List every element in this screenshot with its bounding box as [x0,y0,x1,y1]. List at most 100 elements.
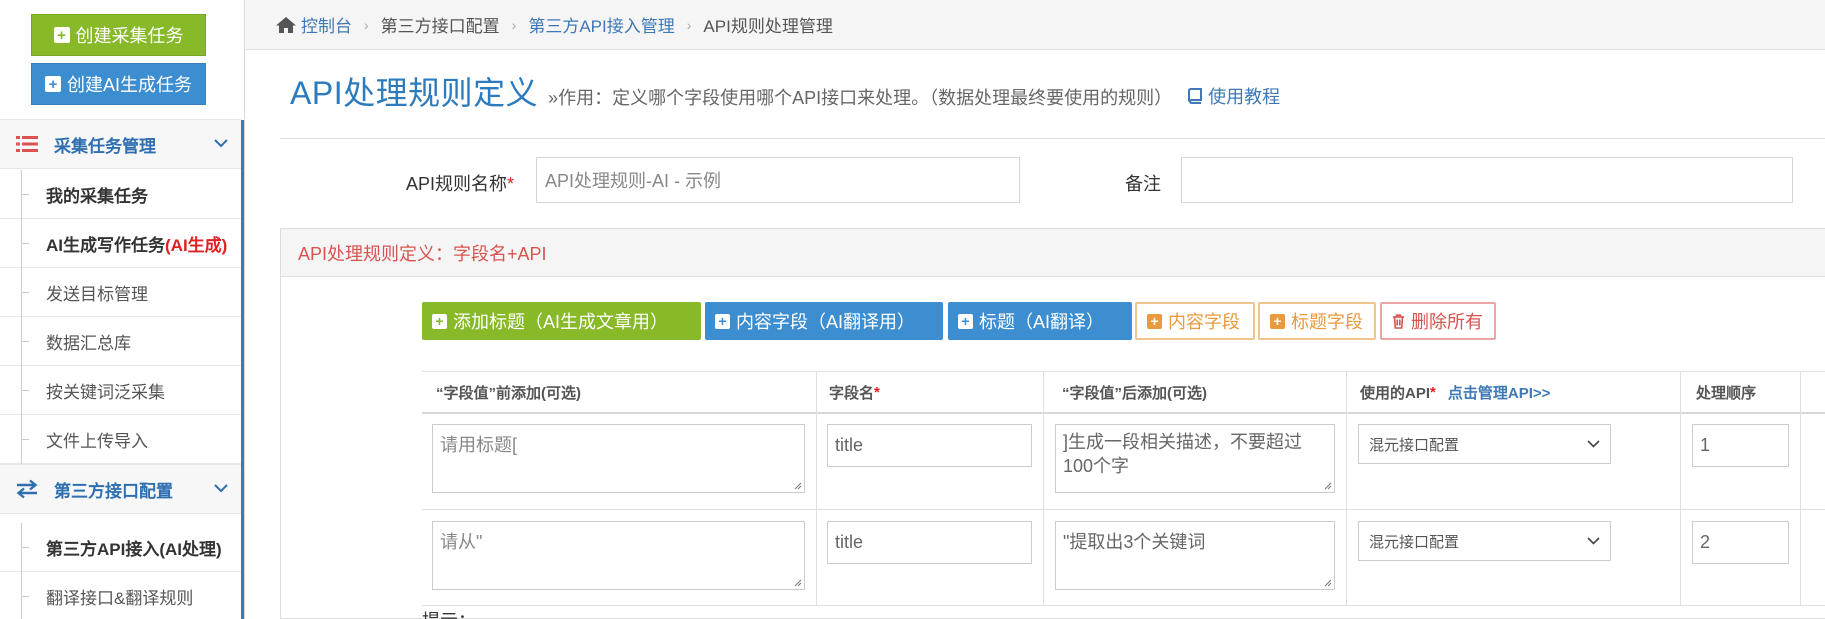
page-description: »作用：定义哪个字段使用哪个API接口来处理。（数据处理最终要使用的规则） [548,88,1173,108]
prefix-textarea[interactable]: 请从" [432,521,805,590]
resize-grip-icon [794,482,802,490]
sidebar: + 创建采集任务 + 创建AI生成任务 采集任务管理 我的采集任务 AI生成写作… [0,0,243,619]
order-input[interactable]: 2 [1692,521,1789,564]
divider [280,138,1825,139]
remark-label: 备注 [1125,174,1161,194]
breadcrumb-item: 第三方接口配置 [380,17,500,36]
required-mark: * [874,383,880,401]
nav-section-collect[interactable]: 采集任务管理 [0,119,241,169]
api-select-value: 混元接口配置 [1369,533,1460,551]
rule-name-label: API规则名称* [406,170,514,196]
tree-line [21,415,29,464]
sidebar-item-label: 翻译接口&翻译规则 [46,588,194,608]
resize-grip-icon [1324,482,1332,490]
api-select[interactable]: 混元接口配置 [1358,521,1611,561]
sidebar-item-data-library[interactable]: 数据汇总库 [0,317,241,366]
title-field-label: 标题字段 [1291,312,1363,332]
required-mark: * [507,174,515,194]
add-title-ai-label: 添加标题（AI生成文章用） [453,312,669,332]
rule-name-input[interactable]: API处理规则-AI - 示例 [536,157,1020,203]
chevron-down-icon [201,480,241,498]
prefix-value: 请从" [440,532,483,552]
grid-line [422,412,1825,414]
breadcrumb-home[interactable]: 控制台 [275,12,352,37]
sidebar-item-keyword-collect[interactable]: 按关键词泛采集 [0,366,241,415]
content-field-ai-button[interactable]: + 内容字段（AI翻译用） [705,302,943,340]
suffix-value: "提取出3个关键词 [1063,532,1206,552]
order-value: 1 [1700,435,1711,455]
chevron-down-icon [201,135,241,153]
field-name-input[interactable]: title [827,424,1032,467]
chevron-right-icon: › [511,16,517,33]
field-name-input[interactable]: title [827,521,1032,564]
trash-icon [1393,313,1404,329]
suffix-textarea[interactable]: ]生成一段相关描述，不要超过100个字 [1055,424,1335,493]
delete-all-button[interactable]: 删除所有 [1380,302,1496,340]
tree-line [21,523,29,572]
create-collect-task-button[interactable]: + 创建采集任务 [31,14,206,56]
plus-icon: + [53,27,70,43]
breadcrumb-link[interactable]: 第三方API接入管理 [528,12,674,37]
grid-line [1680,371,1681,605]
prefix-value: 请用标题[ [440,435,518,455]
breadcrumb-current: API规则处理管理 [703,17,833,36]
suffix-textarea[interactable]: "提取出3个关键词 [1055,521,1335,590]
grid-line [422,371,1825,372]
page-title: API处理规则定义 [290,75,539,111]
tree-line [21,572,29,619]
content-field-ai-label: 内容字段（AI翻译用） [736,312,916,332]
tree-line [21,170,29,219]
sidebar-item-my-tasks[interactable]: 我的采集任务 [0,170,241,219]
sidebar-item-send-targets[interactable]: 发送目标管理 [0,268,241,317]
content-field-button[interactable]: + 内容字段 [1135,302,1255,340]
title-field-button[interactable]: + 标题字段 [1258,302,1376,340]
sidebar-item-ai-writing[interactable]: AI生成写作任务(AI生成) [0,219,241,268]
add-title-ai-button[interactable]: + 添加标题（AI生成文章用） [422,302,701,340]
column-header-api: 使用的API * 点击管理API>> [1360,372,1550,412]
chevron-down-icon [1587,537,1600,545]
panel-title: API处理规则定义：字段名+API [281,229,1825,277]
rule-name-placeholder: API处理规则-AI - 示例 [545,171,722,191]
sidebar-item-third-party-api[interactable]: 第三方API接入(AI处理) [0,523,241,572]
ai-badge: (AI生成) [165,235,228,255]
tree-line [21,317,29,366]
column-header-order: 处理顺序 [1696,384,1757,402]
home-icon [276,16,296,33]
plus-square-icon: + [1270,313,1285,329]
grid-line [816,371,817,605]
rule-name-label-text: API规则名称 [406,174,508,194]
help-link[interactable]: 使用教程 [1188,83,1280,109]
breadcrumb-home-label: 控制台 [301,17,352,36]
sidebar-item-file-upload[interactable]: 文件上传导入 [0,415,241,464]
page-header: API处理规则定义 »作用：定义哪个字段使用哪个API接口来处理。（数据处理最终… [290,68,1280,114]
plus-square-icon: + [958,313,973,329]
plus-square-icon: + [432,313,447,329]
title-ai-button[interactable]: + 标题（AI翻译） [948,302,1132,340]
chevron-right-icon: › [364,16,369,33]
remark-input[interactable] [1181,157,1793,203]
order-value: 2 [1700,532,1711,552]
title-ai-label: 标题（AI翻译） [979,312,1105,332]
help-link-label: 使用教程 [1208,87,1281,107]
nav-section-title: 采集任务管理 [54,136,156,156]
required-mark: * [1430,383,1436,401]
field-name-value: title [835,532,864,552]
sidebar-item-translate[interactable]: 翻译接口&翻译规则 [0,572,241,619]
tree-line [21,366,29,415]
api-select[interactable]: 混元接口配置 [1358,424,1611,464]
grid-line [1800,371,1801,605]
prefix-textarea[interactable]: 请用标题[ [432,424,805,493]
chevron-down-icon [1587,440,1600,448]
tree-line [21,219,29,268]
order-input[interactable]: 1 [1692,424,1789,467]
sidebar-divider [244,0,245,619]
content-field-label: 内容字段 [1168,312,1240,332]
grid-line [1043,371,1044,605]
chevron-right-icon: › [686,16,692,33]
manage-api-link[interactable]: 点击管理API>> [1448,382,1551,403]
grid-line [1346,371,1347,605]
list-icon [0,135,54,153]
nav-section-third-party[interactable]: 第三方接口配置 [0,464,241,514]
sidebar-item-label: 数据汇总库 [46,333,131,353]
create-ai-task-button[interactable]: + 创建AI生成任务 [31,63,206,105]
